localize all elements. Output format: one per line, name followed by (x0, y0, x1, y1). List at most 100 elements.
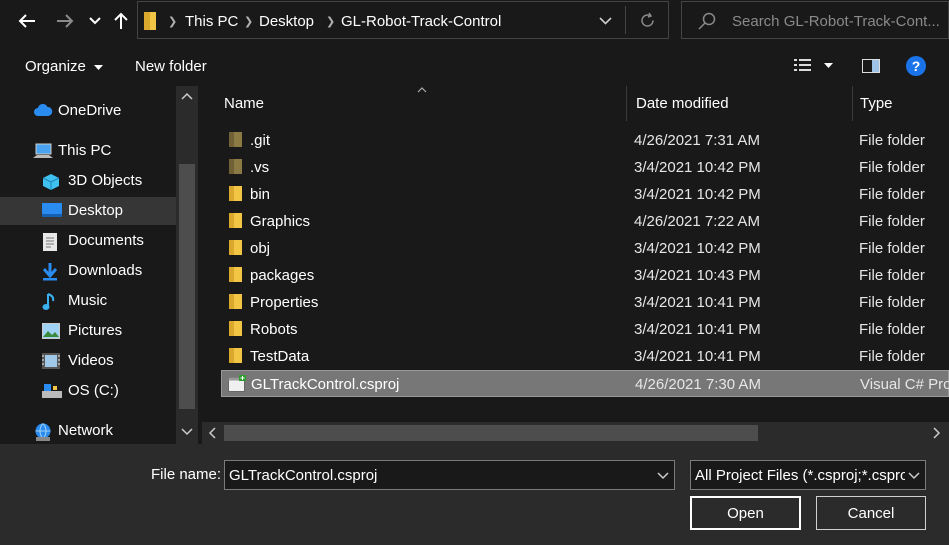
file-name-input[interactable]: GLTrackControl.csproj (224, 460, 675, 490)
table-row[interactable]: Graphics 4/26/2021 7:22 AM File folder (221, 208, 949, 235)
network-icon (33, 423, 51, 441)
desktop-icon (42, 203, 62, 219)
sidebar-item-label: 3D Objects (68, 172, 143, 189)
toolbar: Organize New folder ? (0, 44, 949, 86)
file-date-modified: 3/4/2021 10:42 PM (634, 240, 761, 257)
hidden-folder-icon (229, 159, 242, 174)
refresh-icon[interactable] (639, 12, 656, 29)
view-options-button[interactable] (792, 57, 840, 75)
new-folder-button[interactable]: New folder (135, 58, 207, 75)
nav-scrollbar-thumb[interactable] (179, 164, 195, 409)
breadcrumb-separator-icon: ❯ (244, 16, 254, 28)
file-name: Properties (250, 294, 319, 311)
sidebar-item-label: OS (C:) (68, 382, 119, 399)
sidebar-item-3d-objects[interactable]: 3D Objects (0, 167, 176, 195)
file-name: obj (250, 240, 271, 257)
back-button[interactable] (12, 6, 42, 36)
chevron-down-icon[interactable] (181, 428, 193, 436)
open-button[interactable]: Open (690, 496, 801, 530)
sidebar-item-os-c[interactable]: OS (C:) (0, 377, 176, 405)
chevron-right-icon[interactable] (933, 427, 941, 439)
sidebar-item-videos[interactable]: Videos (0, 347, 176, 375)
sidebar-item-downloads[interactable]: Downloads (0, 257, 176, 285)
folder-icon (229, 267, 242, 282)
horizontal-scrollbar-thumb[interactable] (224, 425, 758, 441)
sidebar-item-music[interactable]: Music (0, 287, 176, 315)
horizontal-scrollbar[interactable] (202, 422, 949, 444)
file-date-modified: 3/4/2021 10:43 PM (634, 267, 761, 284)
table-row[interactable]: Properties 3/4/2021 10:41 PM File folder (221, 289, 949, 316)
sidebar-item-label: Desktop (68, 202, 124, 219)
caret-down-icon (824, 63, 833, 68)
cube-icon (42, 173, 60, 190)
file-name: Graphics (250, 213, 311, 230)
table-row[interactable]: .vs 3/4/2021 10:42 PM File folder (221, 154, 949, 181)
chevron-down-icon[interactable] (657, 472, 669, 480)
folder-icon (229, 348, 242, 363)
cloud-icon (33, 103, 53, 119)
folder-icon (229, 321, 242, 336)
file-name-value: GLTrackControl.csproj (229, 467, 378, 484)
sidebar-item-label: OneDrive (58, 102, 122, 119)
folder-icon (144, 12, 156, 30)
forward-button[interactable] (50, 6, 80, 36)
file-date-modified: 4/26/2021 7:31 AM (634, 132, 760, 149)
file-name: .git (250, 132, 271, 149)
arrow-right-icon (57, 14, 74, 28)
nav-scrollbar[interactable] (176, 86, 198, 444)
caret-down-icon (94, 64, 104, 70)
table-row[interactable]: bin 3/4/2021 10:42 PM File folder (221, 181, 949, 208)
file-type: File folder (859, 240, 925, 257)
search-input[interactable]: Search GL-Robot-Track-Cont... (681, 1, 949, 39)
file-date-modified: 3/4/2021 10:41 PM (634, 348, 761, 365)
cancel-button[interactable]: Cancel (816, 496, 926, 530)
table-row[interactable]: obj 3/4/2021 10:42 PM File folder (221, 235, 949, 262)
organize-label: Organize (25, 58, 86, 75)
chevron-left-icon[interactable] (208, 427, 216, 439)
chevron-up-icon[interactable] (181, 92, 193, 100)
address-bar[interactable]: ❯ This PC ❯ Desktop ❯ GL-Robot-Track-Con… (137, 1, 669, 39)
file-type-filter-value: All Project Files (*.csproj;*.cspro (695, 467, 905, 484)
help-icon[interactable]: ? (906, 56, 926, 76)
table-row[interactable]: Robots 3/4/2021 10:41 PM File folder (221, 316, 949, 343)
up-button[interactable] (106, 6, 136, 36)
file-name-label: File name: (151, 466, 222, 483)
file-type: File folder (859, 213, 925, 230)
picture-icon (42, 323, 60, 339)
arrow-left-icon (18, 14, 35, 28)
sidebar-item-onedrive[interactable]: OneDrive (0, 97, 176, 125)
sidebar-item-pictures[interactable]: Pictures (0, 317, 176, 345)
file-type: File folder (859, 267, 925, 284)
details-view-icon (794, 59, 811, 71)
sidebar-item-label: This PC (58, 142, 112, 159)
recent-locations-button[interactable] (81, 6, 109, 36)
table-row[interactable]: packages 3/4/2021 10:43 PM File folder (221, 262, 949, 289)
column-header-type[interactable]: Type (850, 86, 949, 121)
breadcrumb-this-pc[interactable]: This PC (185, 13, 238, 30)
video-icon (42, 353, 60, 369)
folder-icon (229, 294, 242, 309)
file-name: TestData (250, 348, 310, 365)
file-type: File folder (859, 159, 925, 176)
breadcrumb-current-folder[interactable]: GL-Robot-Track-Control (341, 13, 501, 30)
breadcrumb-desktop[interactable]: Desktop (259, 13, 314, 30)
computer-icon (33, 143, 53, 159)
breadcrumb-separator-icon: ❯ (168, 16, 178, 28)
search-icon (698, 12, 716, 30)
address-row: ❯ This PC ❯ Desktop ❯ GL-Robot-Track-Con… (0, 0, 949, 44)
file-name: packages (250, 267, 315, 284)
chevron-down-icon[interactable] (599, 17, 612, 25)
sidebar-item-network[interactable]: Network (0, 417, 176, 444)
table-row[interactable]: .git 4/26/2021 7:31 AM File folder (221, 127, 949, 154)
preview-pane-icon[interactable] (862, 59, 880, 73)
file-type-filter-select[interactable]: All Project Files (*.csproj;*.cspro (690, 460, 926, 490)
sidebar-item-this-pc[interactable]: This PC (0, 137, 176, 165)
organize-button[interactable]: Organize (25, 58, 104, 75)
column-header-date[interactable]: Date modified (626, 86, 852, 121)
table-row[interactable]: TestData 3/4/2021 10:41 PM File folder (221, 343, 949, 370)
arrow-up-icon (114, 12, 128, 29)
sidebar-item-desktop[interactable]: Desktop (0, 197, 176, 225)
table-row[interactable]: GLTrackControl.csproj 4/26/2021 7:30 AM Vi… (221, 370, 949, 397)
file-name: bin (250, 186, 271, 203)
sidebar-item-documents[interactable]: Documents (0, 227, 176, 255)
